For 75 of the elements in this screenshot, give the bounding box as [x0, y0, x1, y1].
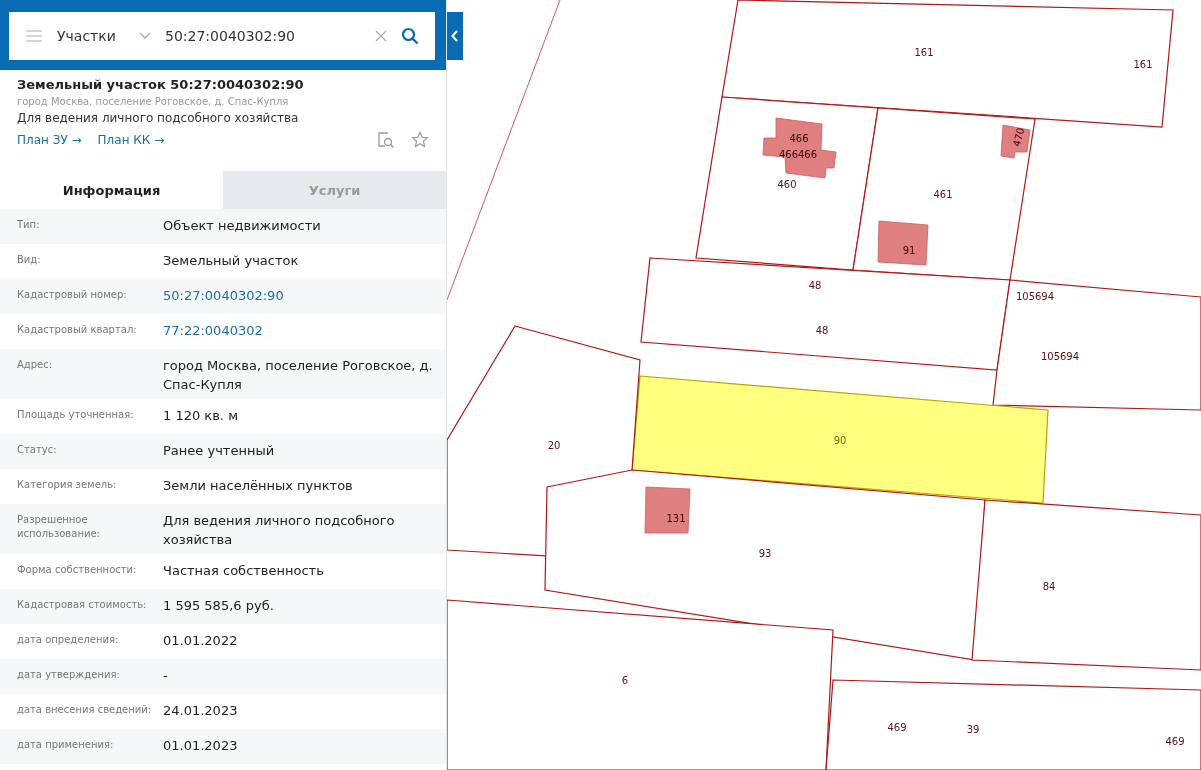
- parcel-number: 20: [547, 440, 561, 451]
- field-label: дата применения:: [17, 738, 115, 752]
- parcel-number: 161: [914, 47, 934, 58]
- field-value: 1 595 585,6 руб.: [163, 597, 274, 615]
- field-label: Категория земель:: [17, 478, 118, 492]
- search-icon[interactable]: [401, 27, 419, 45]
- field-value: 01.01.2022: [163, 632, 238, 650]
- building-footprint: [1000, 124, 1031, 159]
- field-label: дата утверждения:: [17, 668, 121, 682]
- land-parcel[interactable]: [992, 279, 1201, 411]
- parcel-number: 39: [966, 724, 980, 735]
- field-label: Площадь уточненная:: [17, 408, 135, 422]
- field-value: Земельный участок: [163, 252, 299, 270]
- chevron-left-icon[interactable]: [451, 30, 459, 42]
- field-label: Тип:: [17, 218, 41, 232]
- layer-select[interactable]: Участки: [57, 28, 125, 44]
- field-value-link[interactable]: 77:22:0040302: [163, 321, 263, 340]
- building-number: 470: [1010, 126, 1027, 148]
- parcel-number: 460: [777, 179, 797, 190]
- star-icon[interactable]: [411, 131, 429, 149]
- land-parcel[interactable]: [640, 257, 1011, 371]
- land-parcel[interactable]: [631, 375, 1049, 504]
- parcel-number: 48: [808, 280, 822, 291]
- field-value: Объект недвижимости: [163, 217, 321, 235]
- field-label: Разрешенное использование:: [17, 513, 101, 541]
- field-value: Частная собственность: [163, 562, 324, 580]
- parcel-purpose: Для ведения личного подсобного хозяйства: [17, 111, 300, 125]
- chevron-down-icon[interactable]: [139, 32, 151, 40]
- field-value: 01.01.2023: [163, 737, 238, 755]
- parcel-number: 105694: [1015, 291, 1055, 302]
- building-footprint: [877, 220, 929, 266]
- parcel-number: 461: [933, 189, 953, 200]
- collapse-panel-button[interactable]: [447, 12, 463, 60]
- field-label: Форма собственности:: [17, 563, 138, 577]
- field-value: Земли населённых пунктов: [163, 477, 353, 495]
- field-label: Кадастровый номер:: [17, 288, 128, 302]
- building-number: 466466: [778, 149, 818, 160]
- land-parcel[interactable]: [971, 499, 1201, 671]
- parcel-number: 90: [833, 435, 847, 446]
- close-icon[interactable]: [375, 30, 387, 42]
- field-value: 1 120 кв. м: [163, 407, 238, 425]
- field-value: 24.01.2023: [163, 702, 238, 720]
- building-number: 466: [789, 133, 809, 144]
- field-value: город Москва, поселение Роговское, д. Спас-Купля: [163, 357, 434, 394]
- building-number: 91: [902, 245, 916, 256]
- parcel-number: 6: [621, 675, 629, 686]
- parcel-number: 161: [1133, 59, 1153, 70]
- field-label: Кадастровый квартал:: [17, 323, 138, 337]
- land-parcel[interactable]: [721, 0, 1174, 128]
- parcel-number: 93: [758, 548, 772, 559]
- parcel-number: 469: [1165, 736, 1185, 747]
- building-number: 131: [666, 513, 686, 524]
- field-label: Кадастровая стоимость:: [17, 598, 148, 612]
- parcel-title: Земельный участок 50:27:0040302:90: [17, 77, 305, 92]
- parcel-number: 105694: [1040, 351, 1080, 362]
- document-search-icon[interactable]: [377, 131, 395, 149]
- land-parcel[interactable]: [447, 599, 834, 770]
- parcel-address: город Москва, поселение Роговское, д. Спас-Купля: [17, 96, 290, 107]
- field-label: дата внесения сведений:: [17, 703, 153, 717]
- parcel-number: 84: [1042, 581, 1056, 592]
- field-label: Адрес:: [17, 358, 54, 372]
- field-value: Для ведения личного подсобного хозяйства: [163, 512, 396, 549]
- field-value-link[interactable]: 50:27:0040302:90: [163, 286, 284, 305]
- field-value: -: [163, 667, 168, 685]
- plan-link[interactable]: План ЗУ →: [17, 133, 82, 147]
- plan-link[interactable]: План КК →: [97, 133, 165, 147]
- field-value: Ранее учтенный: [163, 442, 275, 460]
- search-field[interactable]: Участки 50:27:0040302:90: [9, 12, 435, 60]
- field-label: Статус:: [17, 443, 58, 457]
- parcel-number: 48: [815, 325, 829, 336]
- land-parcel[interactable]: [825, 679, 1201, 770]
- field-label: Вид:: [17, 253, 42, 267]
- field-label: дата определения:: [17, 633, 120, 647]
- parcel-number: 469: [887, 722, 907, 733]
- building-footprint: [644, 486, 691, 534]
